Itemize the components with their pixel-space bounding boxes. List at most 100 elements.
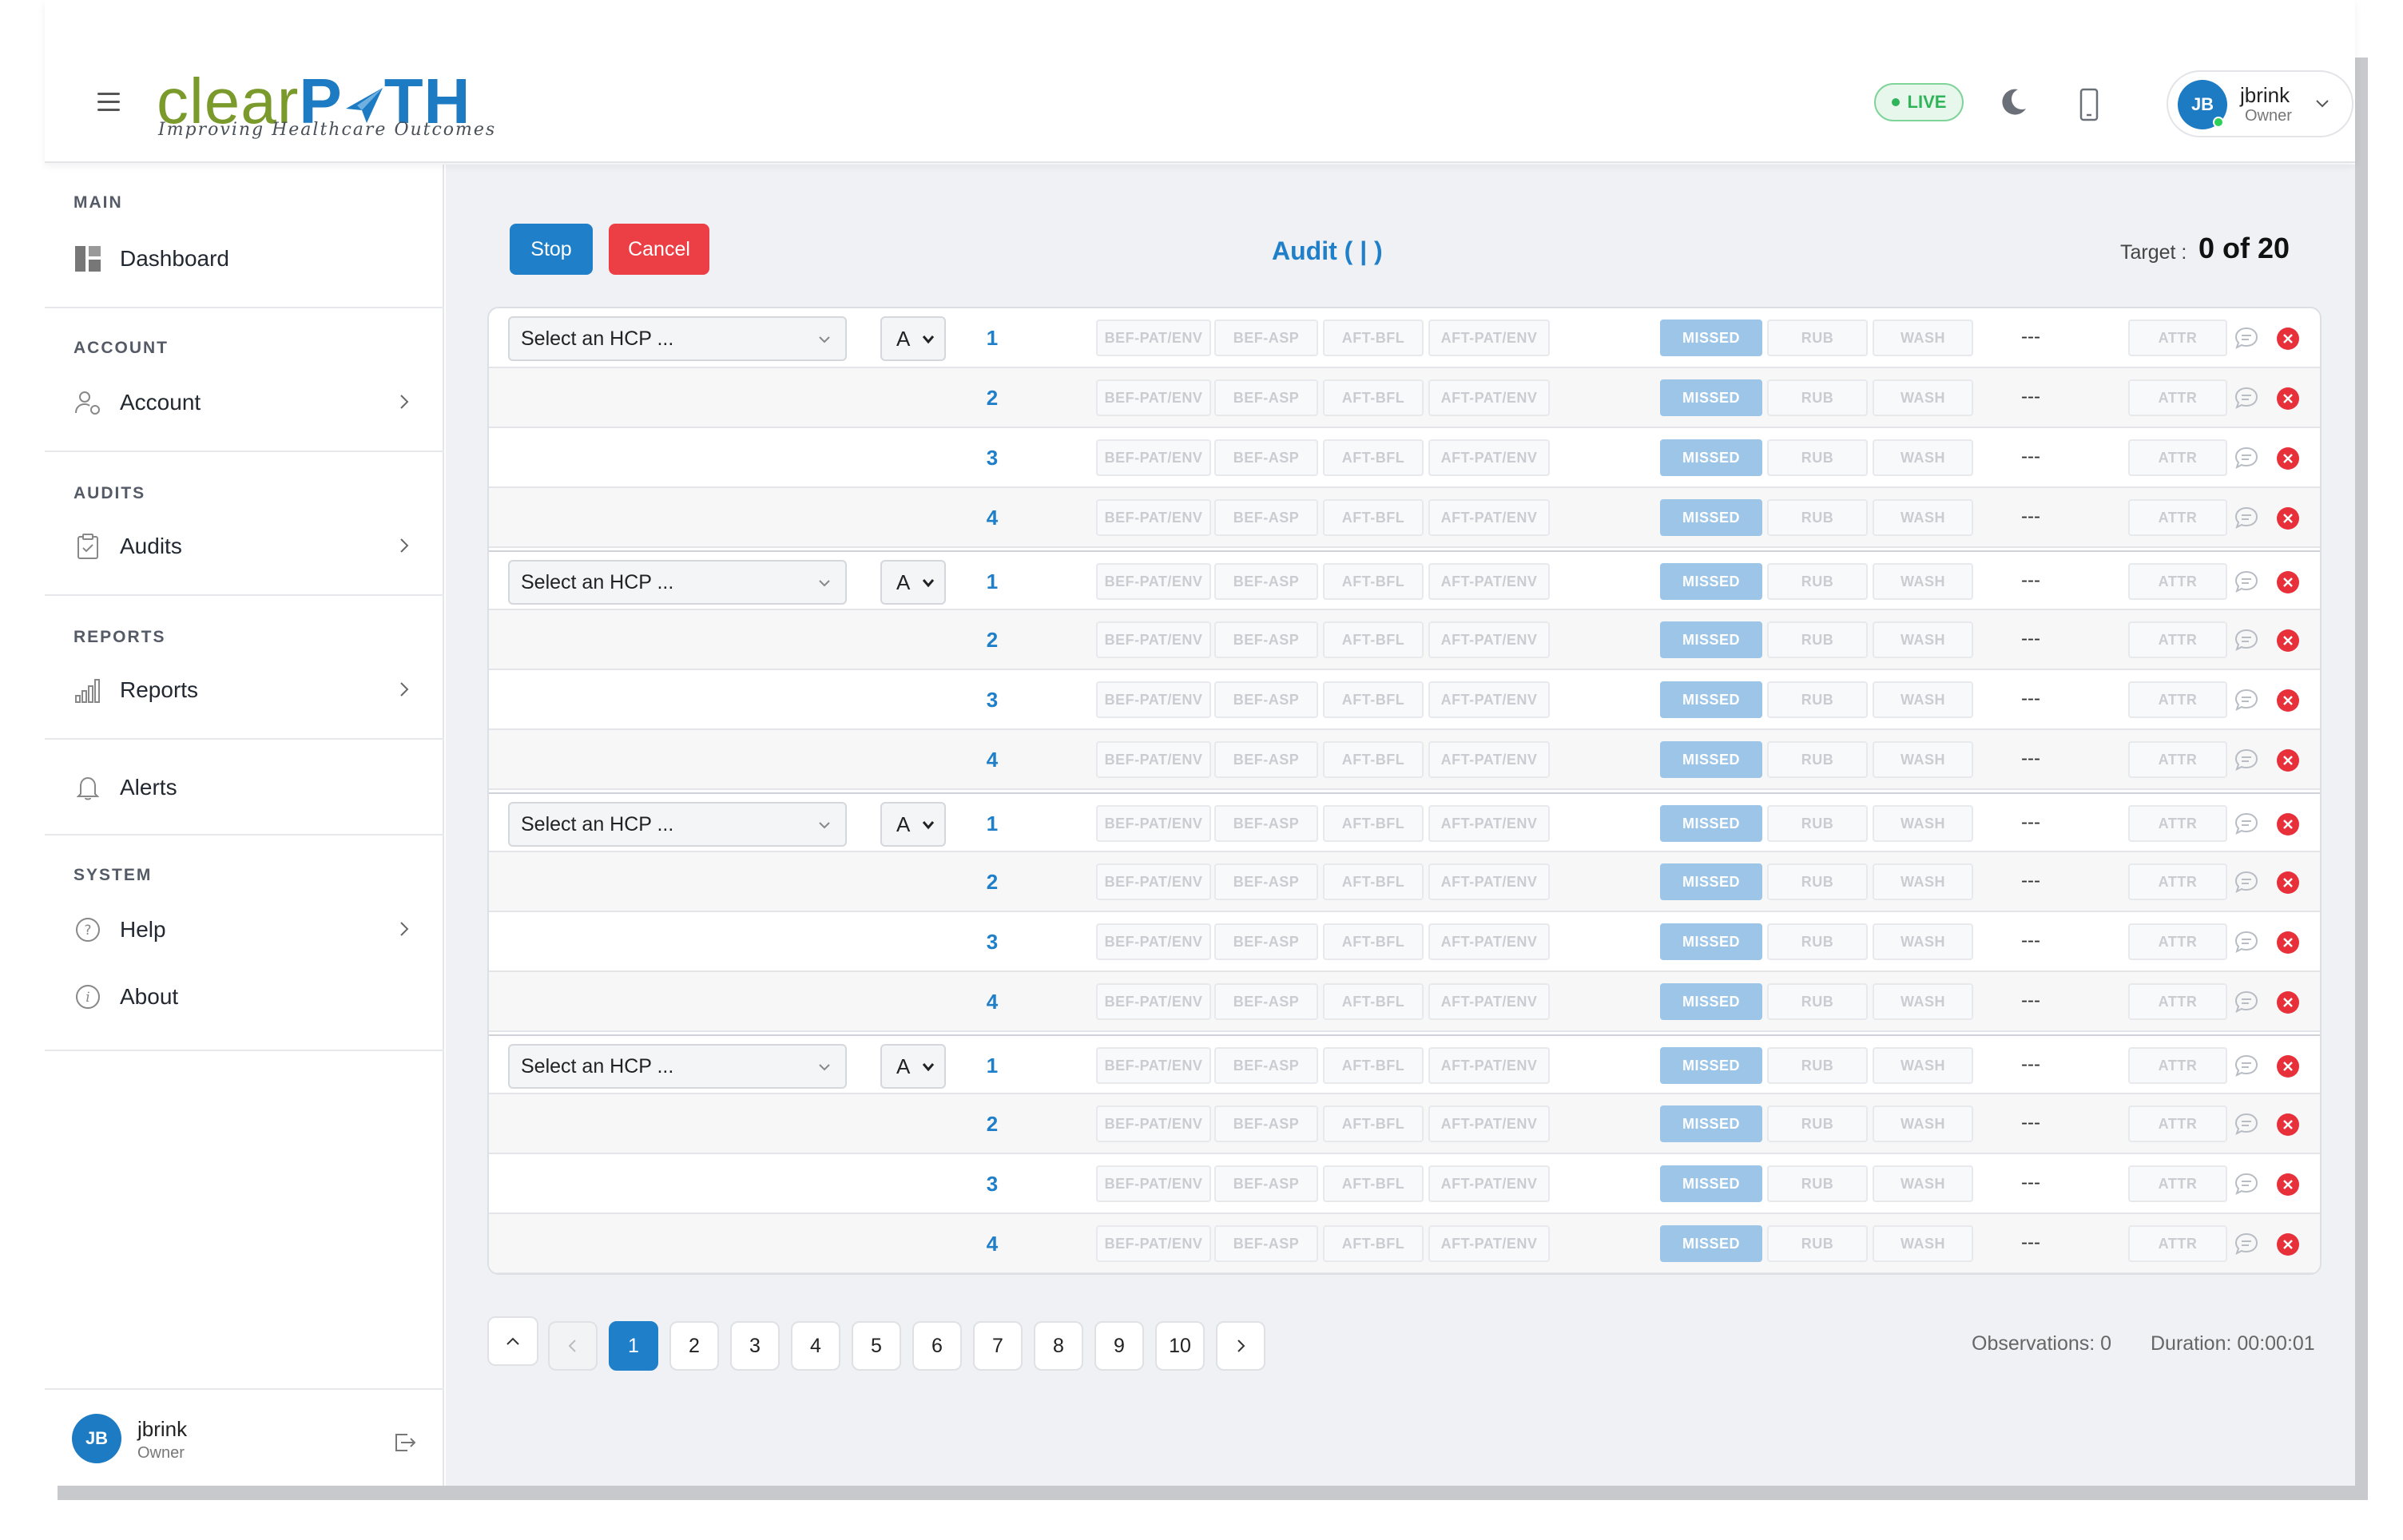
wash-chip[interactable]: WASH — [1873, 863, 1973, 900]
moment-chip[interactable]: AFT-BFL — [1323, 741, 1424, 778]
attr-chip[interactable]: ATTR — [2128, 681, 2227, 718]
comment-icon[interactable] — [2234, 870, 2259, 894]
comment-icon[interactable] — [2234, 1172, 2259, 1196]
group-letter-select[interactable]: A — [880, 560, 946, 605]
remove-row-icon[interactable] — [2277, 813, 2299, 835]
missed-chip[interactable]: MISSED — [1660, 320, 1762, 356]
attr-chip[interactable]: ATTR — [2128, 983, 2227, 1020]
rub-chip[interactable]: RUB — [1767, 563, 1868, 600]
hamburger-menu-icon[interactable] — [97, 93, 120, 112]
moment-chip[interactable]: AFT-BFL — [1323, 983, 1424, 1020]
attr-chip[interactable]: ATTR — [2128, 1165, 2227, 1202]
page-button[interactable]: 6 — [912, 1321, 962, 1371]
attr-chip[interactable]: ATTR — [2128, 621, 2227, 658]
wash-chip[interactable]: WASH — [1873, 499, 1973, 536]
comment-icon[interactable] — [2234, 1232, 2259, 1256]
missed-chip[interactable]: MISSED — [1660, 621, 1762, 658]
attr-chip[interactable]: ATTR — [2128, 1225, 2227, 1262]
comment-icon[interactable] — [2234, 990, 2259, 1014]
comment-icon[interactable] — [2234, 386, 2259, 410]
page-button[interactable]: 4 — [791, 1321, 840, 1371]
moment-chip[interactable]: AFT-PAT/ENV — [1428, 379, 1550, 416]
moment-chip[interactable]: BEF-ASP — [1214, 621, 1318, 658]
wash-chip[interactable]: WASH — [1873, 805, 1973, 842]
attr-chip[interactable]: ATTR — [2128, 563, 2227, 600]
dark-mode-moon-icon[interactable] — [1996, 85, 2031, 120]
moment-chip[interactable]: AFT-PAT/ENV — [1428, 923, 1550, 960]
moment-chip[interactable]: AFT-PAT/ENV — [1428, 563, 1550, 600]
moment-chip[interactable]: AFT-BFL — [1323, 621, 1424, 658]
remove-row-icon[interactable] — [2277, 749, 2299, 772]
rub-chip[interactable]: RUB — [1767, 439, 1868, 476]
remove-row-icon[interactable] — [2277, 689, 2299, 712]
moment-chip[interactable]: AFT-PAT/ENV — [1428, 1225, 1550, 1262]
missed-chip[interactable]: MISSED — [1660, 1047, 1762, 1084]
moment-chip[interactable]: AFT-BFL — [1323, 563, 1424, 600]
sidebar-item-alerts[interactable]: Alerts — [73, 764, 425, 812]
comment-icon[interactable] — [2234, 628, 2259, 652]
attr-chip[interactable]: ATTR — [2128, 805, 2227, 842]
comment-icon[interactable] — [2234, 1054, 2259, 1078]
moment-chip[interactable]: AFT-PAT/ENV — [1428, 741, 1550, 778]
stop-button[interactable]: Stop — [510, 224, 593, 275]
moment-chip[interactable]: BEF-PAT/ENV — [1096, 1047, 1211, 1084]
rub-chip[interactable]: RUB — [1767, 379, 1868, 416]
prev-page-button[interactable] — [548, 1321, 598, 1371]
missed-chip[interactable]: MISSED — [1660, 681, 1762, 718]
remove-row-icon[interactable] — [2277, 1233, 2299, 1256]
group-letter-select[interactable]: A — [880, 802, 946, 847]
page-button[interactable]: 3 — [730, 1321, 780, 1371]
sidebar-item-about[interactable]: i About — [73, 973, 425, 1021]
moment-chip[interactable]: BEF-PAT/ENV — [1096, 1225, 1211, 1262]
attr-chip[interactable]: ATTR — [2128, 320, 2227, 356]
hcp-select[interactable]: Select an HCP ... — [508, 802, 847, 847]
rub-chip[interactable]: RUB — [1767, 805, 1868, 842]
wash-chip[interactable]: WASH — [1873, 983, 1973, 1020]
logout-icon[interactable] — [393, 1431, 417, 1454]
remove-row-icon[interactable] — [2277, 629, 2299, 652]
moment-chip[interactable]: AFT-BFL — [1323, 379, 1424, 416]
missed-chip[interactable]: MISSED — [1660, 1165, 1762, 1202]
attr-chip[interactable]: ATTR — [2128, 863, 2227, 900]
moment-chip[interactable]: AFT-PAT/ENV — [1428, 863, 1550, 900]
user-menu[interactable]: JB jbrink Owner — [2167, 70, 2353, 137]
comment-icon[interactable] — [2234, 506, 2259, 530]
moment-chip[interactable]: AFT-PAT/ENV — [1428, 805, 1550, 842]
missed-chip[interactable]: MISSED — [1660, 983, 1762, 1020]
comment-icon[interactable] — [2234, 570, 2259, 593]
moment-chip[interactable]: AFT-BFL — [1323, 923, 1424, 960]
wash-chip[interactable]: WASH — [1873, 1225, 1973, 1262]
wash-chip[interactable]: WASH — [1873, 563, 1973, 600]
moment-chip[interactable]: BEF-PAT/ENV — [1096, 1105, 1211, 1142]
remove-row-icon[interactable] — [2277, 1173, 2299, 1196]
remove-row-icon[interactable] — [2277, 931, 2299, 954]
wash-chip[interactable]: WASH — [1873, 1165, 1973, 1202]
moment-chip[interactable]: BEF-PAT/ENV — [1096, 563, 1211, 600]
rub-chip[interactable]: RUB — [1767, 621, 1868, 658]
page-button[interactable]: 9 — [1094, 1321, 1144, 1371]
hcp-select[interactable]: Select an HCP ... — [508, 560, 847, 605]
missed-chip[interactable]: MISSED — [1660, 379, 1762, 416]
moment-chip[interactable]: BEF-ASP — [1214, 923, 1318, 960]
rub-chip[interactable]: RUB — [1767, 499, 1868, 536]
moment-chip[interactable]: BEF-PAT/ENV — [1096, 621, 1211, 658]
remove-row-icon[interactable] — [2277, 1113, 2299, 1136]
moment-chip[interactable]: AFT-BFL — [1323, 1225, 1424, 1262]
moment-chip[interactable]: BEF-ASP — [1214, 805, 1318, 842]
moment-chip[interactable]: AFT-PAT/ENV — [1428, 320, 1550, 356]
wash-chip[interactable]: WASH — [1873, 320, 1973, 356]
moment-chip[interactable]: BEF-PAT/ENV — [1096, 863, 1211, 900]
moment-chip[interactable]: AFT-PAT/ENV — [1428, 439, 1550, 476]
moment-chip[interactable]: BEF-PAT/ENV — [1096, 681, 1211, 718]
moment-chip[interactable]: BEF-ASP — [1214, 1165, 1318, 1202]
moment-chip[interactable]: AFT-BFL — [1323, 499, 1424, 536]
missed-chip[interactable]: MISSED — [1660, 923, 1762, 960]
moment-chip[interactable]: AFT-BFL — [1323, 681, 1424, 718]
moment-chip[interactable]: BEF-ASP — [1214, 983, 1318, 1020]
attr-chip[interactable]: ATTR — [2128, 1105, 2227, 1142]
moment-chip[interactable]: BEF-ASP — [1214, 320, 1318, 356]
wash-chip[interactable]: WASH — [1873, 923, 1973, 960]
moment-chip[interactable]: BEF-ASP — [1214, 379, 1318, 416]
sidebar-item-reports[interactable]: Reports — [73, 666, 425, 714]
moment-chip[interactable]: BEF-PAT/ENV — [1096, 320, 1211, 356]
